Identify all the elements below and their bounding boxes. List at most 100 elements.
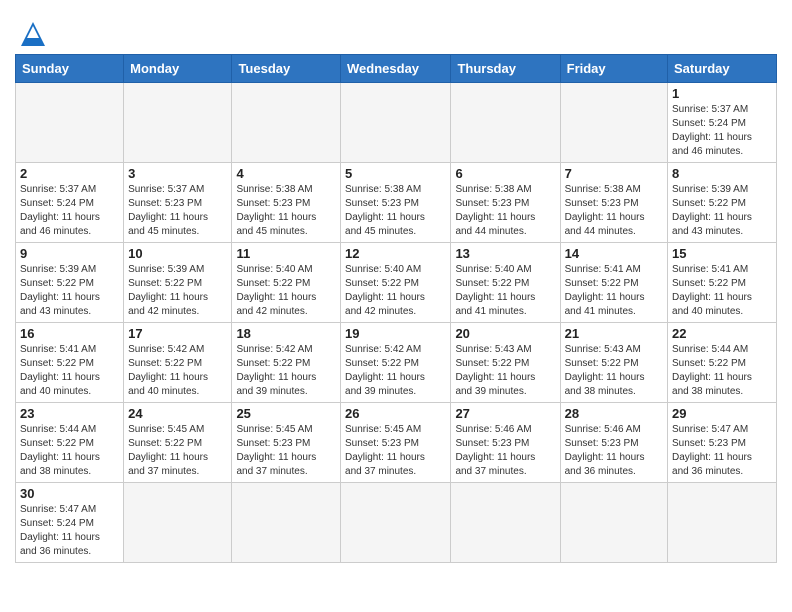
day-number: 22 (672, 326, 772, 341)
calendar-cell (341, 83, 451, 163)
day-number: 6 (455, 166, 555, 181)
day-number: 29 (672, 406, 772, 421)
day-info: Sunrise: 5:46 AM Sunset: 5:23 PM Dayligh… (565, 423, 663, 479)
day-info: Sunrise: 5:42 AM Sunset: 5:22 PM Dayligh… (128, 343, 227, 399)
day-info: Sunrise: 5:44 AM Sunset: 5:22 PM Dayligh… (20, 423, 119, 479)
logo-area (15, 10, 49, 46)
calendar-cell: 6Sunrise: 5:38 AM Sunset: 5:23 PM Daylig… (451, 163, 560, 243)
calendar-cell: 1 Sunrise: 5:37 AM Sunset: 5:24 PM Daylig… (668, 83, 777, 163)
calendar-cell: 12 Sunrise: 5:40 AM Sunset: 5:22 PM Dayli… (341, 243, 451, 323)
weekday-header-thursday: Thursday (451, 55, 560, 83)
day-info: Sunrise: 5:43 AM Sunset: 5:22 PM Dayligh… (455, 343, 555, 399)
calendar-cell (451, 83, 560, 163)
week-row-6: 30 Sunrise: 5:47 AM Sunset: 5:24 PM Dayli… (16, 483, 777, 563)
day-number: 13 (455, 246, 555, 261)
weekday-header-tuesday: Tuesday (232, 55, 341, 83)
calendar-cell: 7Sunrise: 5:38 AM Sunset: 5:23 PM Daylig… (560, 163, 667, 243)
day-info: Sunrise: 5:47 AM Sunset: 5:23 PM Dayligh… (672, 423, 772, 479)
day-info: Sunrise: 5:39 AM Sunset: 5:22 PM Dayligh… (20, 263, 119, 319)
calendar-cell: 18 Sunrise: 5:42 AM Sunset: 5:22 PM Dayli… (232, 323, 341, 403)
calendar-cell: 15 Sunrise: 5:41 AM Sunset: 5:22 PM Dayli… (668, 243, 777, 323)
header (15, 10, 777, 46)
day-number: 18 (236, 326, 336, 341)
day-info: Sunrise: 5:41 AM Sunset: 5:22 PM Dayligh… (672, 263, 772, 319)
calendar-cell: 20 Sunrise: 5:43 AM Sunset: 5:22 PM Dayli… (451, 323, 560, 403)
day-info: Sunrise: 5:38 AM Sunset: 5:23 PM Dayligh… (345, 183, 446, 239)
calendar-cell: 19Sunrise: 5:42 AM Sunset: 5:22 PM Dayli… (341, 323, 451, 403)
day-number: 26 (345, 406, 446, 421)
calendar-cell (232, 483, 341, 563)
calendar-table: SundayMondayTuesdayWednesdayThursdayFrid… (15, 54, 777, 563)
day-info: Sunrise: 5:42 AM Sunset: 5:22 PM Dayligh… (236, 343, 336, 399)
calendar-cell: 17Sunrise: 5:42 AM Sunset: 5:22 PM Dayli… (124, 323, 232, 403)
calendar-cell (232, 83, 341, 163)
calendar-cell: 10 Sunrise: 5:39 AM Sunset: 5:22 PM Dayli… (124, 243, 232, 323)
day-info: Sunrise: 5:47 AM Sunset: 5:24 PM Dayligh… (20, 503, 119, 559)
calendar-cell: 26Sunrise: 5:45 AM Sunset: 5:23 PM Dayli… (341, 403, 451, 483)
day-info: Sunrise: 5:39 AM Sunset: 5:22 PM Dayligh… (672, 183, 772, 239)
day-number: 11 (236, 246, 336, 261)
weekday-header-row: SundayMondayTuesdayWednesdayThursdayFrid… (16, 55, 777, 83)
calendar-cell: 16Sunrise: 5:41 AM Sunset: 5:22 PM Dayli… (16, 323, 124, 403)
day-number: 14 (565, 246, 663, 261)
calendar-cell: 9 Sunrise: 5:39 AM Sunset: 5:22 PM Daylig… (16, 243, 124, 323)
day-number: 8 (672, 166, 772, 181)
calendar-cell (668, 483, 777, 563)
day-info: Sunrise: 5:37 AM Sunset: 5:24 PM Dayligh… (672, 103, 772, 159)
calendar-cell: 24 Sunrise: 5:45 AM Sunset: 5:22 PM Dayli… (124, 403, 232, 483)
day-info: Sunrise: 5:46 AM Sunset: 5:23 PM Dayligh… (455, 423, 555, 479)
day-number: 24 (128, 406, 227, 421)
day-number: 30 (20, 486, 119, 501)
day-info: Sunrise: 5:39 AM Sunset: 5:22 PM Dayligh… (128, 263, 227, 319)
day-number: 21 (565, 326, 663, 341)
day-info: Sunrise: 5:44 AM Sunset: 5:22 PM Dayligh… (672, 343, 772, 399)
weekday-header-friday: Friday (560, 55, 667, 83)
day-info: Sunrise: 5:40 AM Sunset: 5:22 PM Dayligh… (455, 263, 555, 319)
calendar-cell (451, 483, 560, 563)
day-info: Sunrise: 5:45 AM Sunset: 5:22 PM Dayligh… (128, 423, 227, 479)
day-number: 5 (345, 166, 446, 181)
day-number: 23 (20, 406, 119, 421)
day-number: 7 (565, 166, 663, 181)
day-info: Sunrise: 5:45 AM Sunset: 5:23 PM Dayligh… (236, 423, 336, 479)
day-info: Sunrise: 5:40 AM Sunset: 5:22 PM Dayligh… (345, 263, 446, 319)
day-info: Sunrise: 5:37 AM Sunset: 5:24 PM Dayligh… (20, 183, 119, 239)
day-number: 10 (128, 246, 227, 261)
day-number: 2 (20, 166, 119, 181)
calendar-cell: 30 Sunrise: 5:47 AM Sunset: 5:24 PM Dayli… (16, 483, 124, 563)
day-number: 25 (236, 406, 336, 421)
calendar-cell: 3Sunrise: 5:37 AM Sunset: 5:23 PM Daylig… (124, 163, 232, 243)
calendar-cell: 29 Sunrise: 5:47 AM Sunset: 5:23 PM Dayli… (668, 403, 777, 483)
day-number: 20 (455, 326, 555, 341)
calendar-cell: 13 Sunrise: 5:40 AM Sunset: 5:22 PM Dayli… (451, 243, 560, 323)
weekday-header-wednesday: Wednesday (341, 55, 451, 83)
day-number: 4 (236, 166, 336, 181)
calendar-cell (124, 83, 232, 163)
weekday-header-saturday: Saturday (668, 55, 777, 83)
day-number: 3 (128, 166, 227, 181)
calendar-cell: 21Sunrise: 5:43 AM Sunset: 5:22 PM Dayli… (560, 323, 667, 403)
calendar-cell (16, 83, 124, 163)
week-row-4: 16Sunrise: 5:41 AM Sunset: 5:22 PM Dayli… (16, 323, 777, 403)
day-number: 28 (565, 406, 663, 421)
day-number: 27 (455, 406, 555, 421)
day-number: 9 (20, 246, 119, 261)
calendar-cell (124, 483, 232, 563)
weekday-header-monday: Monday (124, 55, 232, 83)
calendar-cell: 22 Sunrise: 5:44 AM Sunset: 5:22 PM Dayli… (668, 323, 777, 403)
calendar-cell: 8 Sunrise: 5:39 AM Sunset: 5:22 PM Daylig… (668, 163, 777, 243)
calendar-cell (560, 83, 667, 163)
day-number: 15 (672, 246, 772, 261)
week-row-3: 9 Sunrise: 5:39 AM Sunset: 5:22 PM Daylig… (16, 243, 777, 323)
weekday-header-sunday: Sunday (16, 55, 124, 83)
calendar-cell: 11Sunrise: 5:40 AM Sunset: 5:22 PM Dayli… (232, 243, 341, 323)
day-info: Sunrise: 5:38 AM Sunset: 5:23 PM Dayligh… (236, 183, 336, 239)
calendar-cell: 14Sunrise: 5:41 AM Sunset: 5:22 PM Dayli… (560, 243, 667, 323)
calendar-cell (560, 483, 667, 563)
calendar-cell: 23 Sunrise: 5:44 AM Sunset: 5:22 PM Dayli… (16, 403, 124, 483)
day-number: 1 (672, 86, 772, 101)
day-number: 12 (345, 246, 446, 261)
calendar-cell: 5 Sunrise: 5:38 AM Sunset: 5:23 PM Daylig… (341, 163, 451, 243)
week-row-1: 1 Sunrise: 5:37 AM Sunset: 5:24 PM Daylig… (16, 83, 777, 163)
calendar-cell (341, 483, 451, 563)
